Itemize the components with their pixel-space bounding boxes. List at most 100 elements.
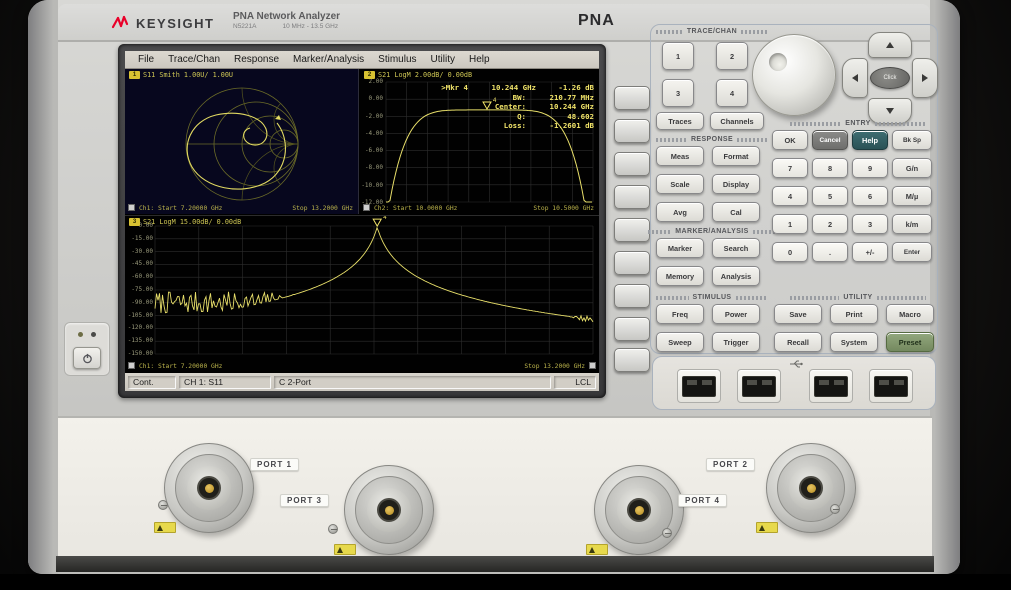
instrument-photo: KEYSIGHT PNA Network Analyzer N5221A 10 … (0, 0, 1011, 590)
key-0[interactable]: 0 (772, 242, 808, 262)
lcd-screen: FileTrace/ChanResponseMarker/AnalysisSti… (125, 51, 599, 391)
softkey-8[interactable] (614, 317, 650, 341)
channels-button[interactable]: Channels (710, 112, 764, 130)
trigger-button[interactable]: Trigger (712, 332, 760, 352)
memory-button[interactable]: Memory (656, 266, 704, 286)
scale-button[interactable]: Scale (656, 174, 704, 194)
trace-number-tab: 3 (129, 218, 140, 226)
y-axis-label: -120.00 (128, 324, 153, 331)
key-1[interactable]: 1 (772, 214, 808, 234)
menu-item[interactable]: Utility (424, 54, 462, 65)
softkey-9[interactable] (614, 348, 650, 372)
key-mega-micro[interactable]: M/µ (892, 186, 932, 206)
utility-buttons: Save Print Macro Recall System Preset (774, 304, 934, 352)
test-port-panel: PORT 1 PORT 3 PORT 4 PORT 2 (58, 416, 932, 556)
screw (830, 504, 840, 514)
arrow-up-key[interactable] (868, 32, 912, 58)
menu-item[interactable]: Help (462, 54, 497, 65)
q-label: Q: (517, 112, 526, 122)
key-6[interactable]: 6 (852, 186, 888, 206)
analysis-button[interactable]: Analysis (712, 266, 760, 286)
menu-item[interactable]: Stimulus (371, 54, 423, 65)
key-3[interactable]: 3 (852, 214, 888, 234)
system-button[interactable]: System (830, 332, 878, 352)
menu-item[interactable]: Trace/Chan (161, 54, 227, 65)
softkey-1[interactable] (614, 86, 650, 110)
up-arrow-icon (886, 42, 894, 48)
meas-button[interactable]: Meas (656, 146, 704, 166)
tracechan-1-key[interactable]: 1 (662, 42, 694, 70)
softkey-5[interactable] (614, 218, 650, 242)
arrow-left-key[interactable] (842, 58, 868, 98)
screw (328, 524, 338, 534)
window-icon[interactable] (128, 204, 135, 211)
avg-button[interactable]: Avg (656, 202, 704, 222)
key-2[interactable]: 2 (812, 214, 848, 234)
wideband-pane[interactable]: 3 S21 LogM 15.00dB/ 0.00dB 0.00-15.00-30… (125, 215, 599, 372)
search-button[interactable]: Search (712, 238, 760, 258)
trace-chan-keys: 1234 (662, 42, 748, 107)
port-3-connector (344, 465, 434, 555)
marker-name: >Mkr 4 (441, 83, 468, 93)
freq-button[interactable]: Freq (656, 304, 704, 324)
key-8[interactable]: 8 (812, 158, 848, 178)
tracechan-4-key[interactable]: 4 (716, 79, 748, 107)
key-kilo-milli[interactable]: k/m (892, 214, 932, 234)
rotary-knob[interactable] (752, 34, 836, 116)
warning-sticker (756, 522, 778, 533)
port-4-connector (594, 465, 684, 555)
help-key[interactable]: Help (852, 130, 888, 150)
key-7[interactable]: 7 (772, 158, 808, 178)
softkey-3[interactable] (614, 152, 650, 176)
softkey-2[interactable] (614, 119, 650, 143)
menu-item[interactable]: Marker/Analysis (286, 54, 371, 65)
key-decimal[interactable]: . (812, 242, 848, 262)
bw-label: BW: (513, 93, 526, 103)
click-key[interactable]: Click (870, 67, 910, 89)
format-button[interactable]: Format (712, 146, 760, 166)
key-plus-minus[interactable]: +/- (852, 242, 888, 262)
bandpass-pane[interactable]: 2 S21 LogM 2.00dB/ 0.00dB 2.000.00-2.00-… (360, 69, 599, 214)
ok-key[interactable]: OK (772, 130, 808, 150)
menu-item[interactable]: Response (227, 54, 286, 65)
softkey-7[interactable] (614, 284, 650, 308)
traces-button[interactable]: Traces (656, 112, 704, 130)
center-value: 10.244 GHz (532, 102, 594, 112)
enter-key[interactable]: Enter (892, 242, 932, 262)
screw (662, 528, 672, 538)
key-5[interactable]: 5 (812, 186, 848, 206)
key-giga-nano[interactable]: G/n (892, 158, 932, 178)
window-icon[interactable] (363, 204, 370, 211)
tracechan-3-key[interactable]: 3 (662, 79, 694, 107)
y-axis-label: -2.00 (365, 113, 383, 120)
marker-button[interactable]: Marker (656, 238, 704, 258)
navigation-pad: Click (842, 32, 938, 124)
screw (158, 500, 168, 510)
softkey-6[interactable] (614, 251, 650, 275)
power-button[interactable] (73, 347, 101, 369)
power-button[interactable]: Power (712, 304, 760, 324)
sweep-button[interactable]: Sweep (656, 332, 704, 352)
window-icon[interactable] (589, 362, 596, 369)
cal-button[interactable]: Cal (712, 202, 760, 222)
arrow-right-key[interactable] (912, 58, 938, 98)
window-icon[interactable] (128, 362, 135, 369)
tracechan-2-key[interactable]: 2 (716, 42, 748, 70)
backspace-key[interactable]: Bk Sp (892, 130, 932, 150)
menu-item[interactable]: File (131, 54, 161, 65)
recall-button[interactable]: Recall (774, 332, 822, 352)
menu-bar: FileTrace/ChanResponseMarker/AnalysisSti… (125, 51, 599, 69)
print-button[interactable]: Print (830, 304, 878, 324)
port-4-label: PORT 4 (678, 494, 727, 507)
smith-chart-pane[interactable]: 1 S11 Smith 1.00U/ 1.00U (125, 69, 359, 214)
preset-button[interactable]: Preset (886, 332, 934, 352)
key-4[interactable]: 4 (772, 186, 808, 206)
cancel-key[interactable]: Cancel (812, 130, 848, 150)
macro-button[interactable]: Macro (886, 304, 934, 324)
key-9[interactable]: 9 (852, 158, 888, 178)
softkey-4[interactable] (614, 185, 650, 209)
cal-status: C 2-Port (274, 376, 551, 389)
display-button[interactable]: Display (712, 174, 760, 194)
save-button[interactable]: Save (774, 304, 822, 324)
frequency-range: 10 MHz - 13.5 GHz (283, 23, 339, 30)
